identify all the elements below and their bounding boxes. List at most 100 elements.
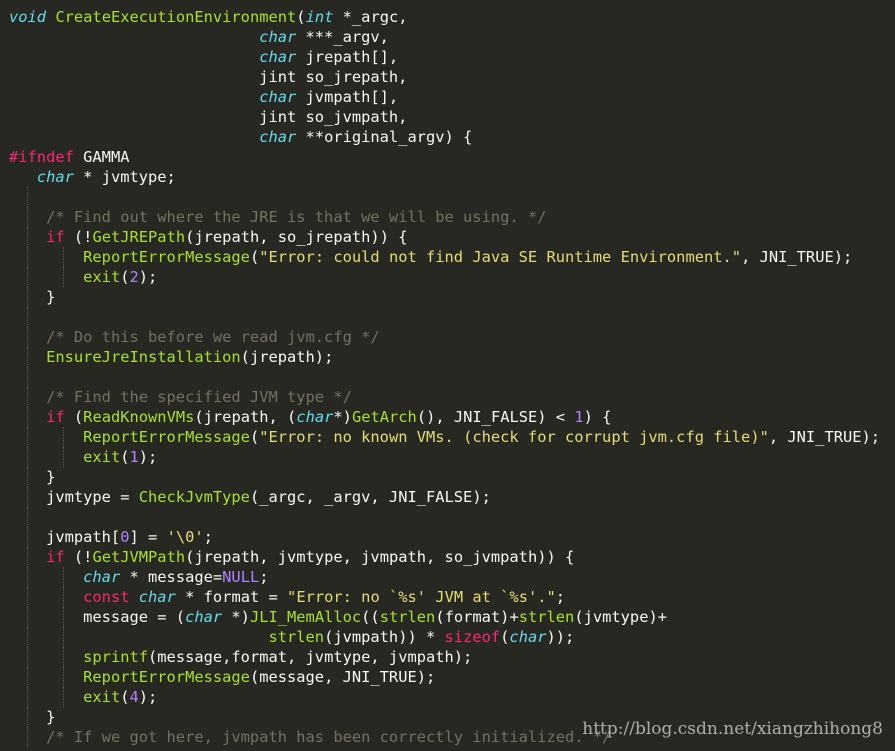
- code-line: ReportErrorMessage("Error: could not fin…: [9, 247, 852, 267]
- code-token: exit: [83, 268, 121, 286]
- code-token: * format =: [175, 588, 288, 606]
- code-token: /* Find the specified JVM type */: [46, 388, 352, 406]
- code-token: exit: [83, 448, 121, 466]
- code-line: jint so_jvmpath,: [9, 107, 407, 127]
- code-line: }: [9, 467, 55, 487]
- code-line: jvmpath[0] = '\0';: [9, 527, 213, 547]
- code-token: char: [185, 608, 223, 626]
- code-line: exit(2);: [9, 267, 157, 287]
- code-token: 2: [129, 268, 139, 286]
- code-line: char * jvmtype;: [9, 167, 176, 187]
- code-token: #ifndef: [9, 148, 74, 166]
- code-token: sizeof: [444, 628, 501, 646]
- code-token: *): [222, 608, 250, 626]
- code-token: jvmpath[: [9, 528, 121, 546]
- code-line: if (!GetJVMPath(jrepath, jvmtype, jvmpat…: [9, 547, 574, 567]
- code-token: char: [259, 28, 297, 46]
- code-token: (: [64, 408, 84, 426]
- code-token: );: [138, 688, 158, 706]
- code-token: strlen: [379, 608, 436, 626]
- code-token: (jvmtype)+: [574, 608, 667, 626]
- code-token: jint so_jvmpath,: [9, 108, 408, 126]
- code-line: #ifndef GAMMA: [9, 147, 129, 167]
- code-token: (: [296, 8, 306, 26]
- code-line: if (ReadKnownVMs(jrepath, (char*)GetArch…: [9, 407, 611, 427]
- code-line: char * message=NULL;: [9, 567, 269, 587]
- code-token: (: [249, 428, 260, 446]
- code-token: strlen: [518, 608, 575, 626]
- code-token: if: [46, 228, 65, 246]
- code-token: char: [259, 128, 297, 146]
- code-token: *_argc,: [333, 8, 408, 26]
- code-token: GAMMA: [73, 148, 130, 166]
- indent-guide: [27, 367, 28, 387]
- code-token: );: [138, 448, 158, 466]
- code-token: }: [9, 708, 56, 726]
- code-token: GetJVMPath: [92, 548, 186, 566]
- code-token: (_argc, _argv, JNI_FALSE);: [249, 488, 491, 506]
- code-token: '\0': [166, 528, 204, 546]
- code-token: exit: [83, 688, 121, 706]
- code-token: int: [305, 8, 334, 26]
- code-token: ReportErrorMessage: [83, 248, 250, 266]
- code-token: /* Find out where the JRE is that we wil…: [46, 208, 547, 226]
- code-token: if: [46, 548, 65, 566]
- code-token: , JNI_TRUE);: [741, 248, 853, 266]
- code-token: * jvmtype;: [73, 168, 176, 186]
- indent-guide: [27, 187, 28, 207]
- code-token: const: [83, 588, 130, 606]
- code-token: strlen: [268, 628, 325, 646]
- code-line: jvmtype = CheckJvmType(_argc, _argv, JNI…: [9, 487, 491, 507]
- indent-guide: [27, 507, 28, 527]
- code-editor[interactable]: void CreateExecutionEnvironment(int *_ar…: [0, 0, 895, 751]
- code-token: jvmpath[],: [296, 88, 399, 106]
- code-token: ((: [361, 608, 380, 626]
- code-token: EnsureJreInstallation: [46, 348, 241, 366]
- code-token: (jrepath, jvmtype, jvmpath, so_jvmpath))…: [185, 548, 575, 566]
- code-token: (message, JNI_TRUE);: [249, 668, 436, 686]
- indent-guide: [27, 307, 28, 327]
- code-line: /* Find out where the JRE is that we wil…: [9, 207, 546, 227]
- code-token: ReadKnownVMs: [83, 408, 195, 426]
- code-token: char: [83, 568, 121, 586]
- code-token: GetJREPath: [92, 228, 186, 246]
- code-token: char: [138, 588, 176, 606]
- code-token: "Error: could not find Java SE Runtime E…: [259, 248, 742, 266]
- code-token: /* Do this before we read jvm.cfg */: [46, 328, 380, 346]
- code-token: ;: [203, 528, 213, 546]
- code-token: JLI_MemAlloc: [249, 608, 362, 626]
- code-token: ***_argv,: [296, 28, 389, 46]
- code-line: if (!GetJREPath(jrepath, so_jrepath)) {: [9, 227, 408, 247]
- code-token: , JNI_TRUE);: [768, 428, 881, 446]
- code-line: strlen(jvmpath)) * sizeof(char));: [9, 627, 574, 647]
- code-token: * message=: [120, 568, 223, 586]
- code-line: ReportErrorMessage("Error: no known VMs.…: [9, 427, 880, 447]
- code-line: char **original_argv) {: [9, 127, 472, 147]
- code-line: jint so_jrepath,: [9, 67, 407, 87]
- code-token: (), JNI_FALSE) <: [416, 408, 575, 426]
- code-token: (jrepath, (: [194, 408, 297, 426]
- code-token: 4: [129, 688, 139, 706]
- code-token: ReportErrorMessage: [83, 668, 250, 686]
- code-token: *): [333, 408, 352, 426]
- code-line: }: [9, 287, 55, 307]
- code-token: "Error: no `%s' JVM at `%s'.": [287, 588, 556, 606]
- code-line: message = (char *)JLI_MemAlloc((strlen(f…: [9, 607, 667, 627]
- code-token: jvmtype =: [9, 488, 139, 506]
